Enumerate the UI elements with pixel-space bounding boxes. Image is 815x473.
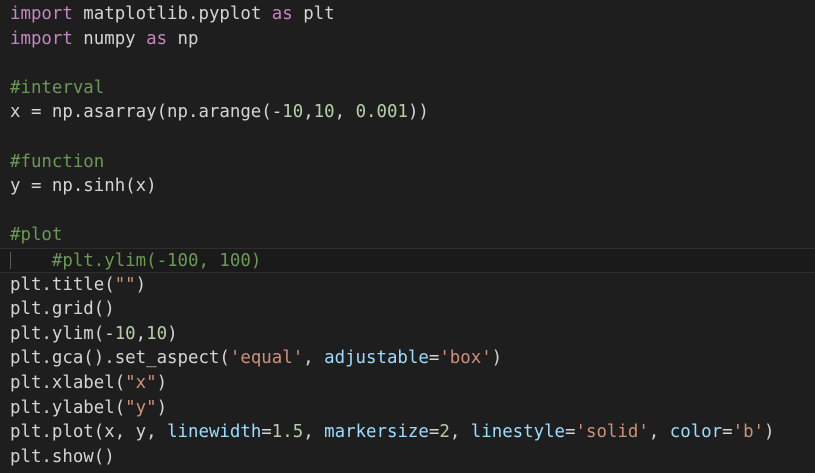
code-line[interactable]: #interval	[10, 76, 104, 101]
code-line-current[interactable]: #plt.ylim(-100, 100)	[0, 248, 815, 273]
code-token: ,	[334, 102, 356, 123]
code-token: #function	[10, 151, 105, 172]
code-token: "y"	[125, 397, 157, 418]
code-token: as	[146, 28, 168, 49]
code-token: )	[764, 422, 775, 443]
code-line[interactable]: #plot	[10, 223, 62, 248]
code-token: ))	[407, 102, 429, 123]
code-token: plt.title(	[10, 274, 115, 295]
code-token: color	[669, 422, 723, 443]
code-token: adjustable	[324, 348, 429, 369]
code-token: =	[261, 422, 272, 443]
code-token: 'solid'	[575, 422, 649, 443]
code-line[interactable]: plt.ylabel("y")	[10, 396, 167, 421]
code-line[interactable]: import matplotlib.pyplot as plt	[10, 2, 335, 27]
code-line[interactable]: x = np.asarray(np.arange(-10,10, 0.001))	[10, 100, 429, 125]
code-token: import	[10, 28, 73, 49]
code-line[interactable]: plt.ylim(-10,10)	[10, 322, 178, 347]
indent-guide	[10, 252, 11, 269]
code-token: plt.ylim(-	[10, 323, 115, 344]
code-token: linestyle	[470, 422, 566, 443]
code-token: #interval	[10, 77, 105, 98]
code-token: plt.show()	[10, 446, 115, 467]
code-token: #plot	[10, 225, 63, 246]
code-line[interactable]: plt.gca().set_aspect('equal', adjustable…	[10, 346, 502, 371]
code-token: as	[271, 4, 293, 24]
code-token: plt.plot(x, y,	[10, 422, 168, 443]
code-token: ,	[303, 422, 325, 443]
code-line[interactable]: #function	[10, 150, 104, 175]
code-line[interactable]: plt.title("")	[10, 273, 146, 298]
code-token: ,	[303, 102, 314, 123]
code-token: plt.gca().set_aspect(	[10, 348, 230, 369]
code-token: )	[156, 373, 168, 393]
code-token: )	[135, 274, 147, 295]
code-token: "x"	[125, 373, 157, 393]
code-line[interactable]: plt.show()	[10, 445, 115, 470]
code-token: matplotlib.pyplot	[72, 4, 272, 24]
code-token: plt.ylabel(	[10, 397, 126, 418]
code-editor[interactable]: import matplotlib.pyplot as plt import nu…	[0, 0, 815, 473]
code-token: y = np.sinh(x)	[10, 176, 157, 197]
code-token: np	[167, 28, 199, 49]
code-token: 'b'	[732, 422, 765, 443]
code-token: ""	[114, 274, 136, 295]
code-token: 'equal'	[229, 348, 304, 369]
code-line[interactable]: plt.plot(x, y, linewidth=1.5, markersize…	[10, 420, 775, 445]
code-token: )	[491, 348, 503, 369]
code-token: =	[722, 422, 733, 443]
code-token: =	[428, 422, 440, 443]
code-token: ,	[449, 422, 471, 443]
code-token: 10	[114, 323, 136, 344]
code-token: )	[156, 397, 168, 418]
code-token: plt.grid()	[10, 299, 115, 320]
code-token: import	[10, 4, 73, 24]
code-token: 10	[146, 323, 168, 344]
code-token: 0.001	[355, 102, 408, 123]
code-token: ,	[135, 323, 147, 344]
code-token: =	[428, 348, 440, 369]
code-token: #plt.ylim(-100, 100)	[51, 251, 262, 271]
code-line[interactable]: y = np.sinh(x)	[10, 174, 157, 199]
code-token: 1.5	[271, 422, 304, 443]
code-line[interactable]: import numpy as np	[10, 27, 199, 52]
code-token: ,	[648, 422, 670, 443]
code-token: 2	[439, 422, 450, 443]
code-token: x = np.asarray(np.arange(-	[10, 102, 283, 123]
code-token: plt.xlabel(	[10, 373, 126, 393]
code-token: plt	[292, 4, 335, 24]
code-line[interactable]: plt.grid()	[10, 297, 115, 322]
code-token: linewidth	[167, 422, 262, 443]
code-token: markersize	[324, 422, 429, 443]
code-token: =	[565, 422, 576, 443]
code-token: 10	[282, 102, 304, 123]
code-line[interactable]: plt.xlabel("x")	[10, 371, 167, 396]
code-token: numpy	[72, 28, 147, 49]
code-token: )	[167, 323, 178, 344]
code-token: 'box'	[439, 348, 492, 369]
code-token: 10	[313, 102, 335, 123]
code-token: ,	[303, 348, 325, 369]
